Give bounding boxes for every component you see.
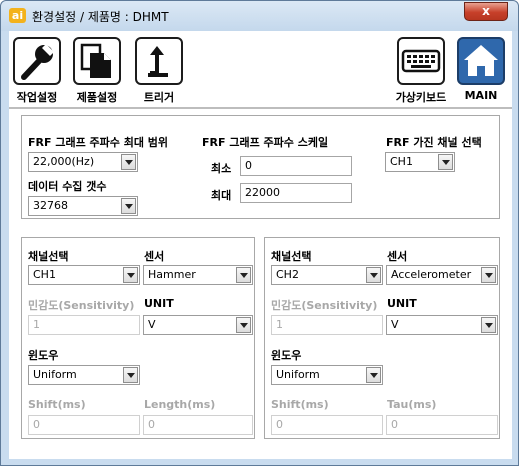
excite-channel-select[interactable]: CH1 (385, 152, 455, 172)
chevron-down-icon[interactable] (438, 154, 453, 170)
unit-label: UNIT (387, 297, 417, 310)
window-function-select[interactable]: Uniform (28, 365, 140, 385)
sensitivity-input: 1 (271, 315, 383, 335)
sensitivity-label: 민감도(Sensitivity) (271, 299, 378, 312)
product-settings-label: 제품설정 (76, 91, 118, 104)
arrow-up-icon (135, 37, 183, 85)
trigger-label: 트리거 (143, 91, 175, 104)
title-bar[interactable]: ai 환경설정 / 제품명 : DHMT x (1, 1, 518, 31)
chevron-down-icon[interactable] (123, 367, 138, 383)
unit-select-value: V (391, 318, 399, 331)
toolbar-divider (9, 107, 512, 109)
acq-count-select[interactable]: 32768 (28, 196, 138, 216)
chevron-down-icon[interactable] (481, 317, 496, 333)
work-settings-button[interactable]: 작업설정 (9, 37, 65, 105)
channel-select-label: 채널선택 (271, 250, 312, 263)
excite-channel-label: FRF 가진 채널 선택 (386, 136, 482, 149)
channel-panel-1: 채널선택 CH1 센서 Hammer 민감도(Sensitivity) 1 UN… (21, 237, 255, 439)
unit-label: UNIT (144, 297, 174, 310)
client-area: 작업설정 제품설정 트리거 가상키보드 MAIN FRF 그래프 주파수 최대 … (9, 31, 512, 459)
virtual-keyboard-button[interactable]: 가상키보드 (393, 37, 449, 105)
excite-channel-value: CH1 (390, 155, 413, 168)
main-button[interactable]: MAIN (453, 37, 509, 105)
close-button[interactable]: x (464, 2, 508, 21)
frf-max-input[interactable]: 22000 (240, 183, 352, 203)
chevron-down-icon[interactable] (123, 267, 138, 283)
window-function-value: Uniform (276, 368, 320, 381)
sensor-select-value: Hammer (148, 268, 196, 281)
frf-max-label: 최대 (211, 189, 232, 202)
product-settings-button[interactable]: 제품설정 (69, 37, 125, 105)
sensor-select-value: Accelerometer (391, 268, 472, 281)
shift-label: Shift(ms) (271, 398, 329, 411)
channel-select-value: CH2 (276, 268, 299, 281)
shift-input: 0 (271, 415, 383, 435)
frf-max-range-value: 22,000(Hz) (33, 155, 95, 168)
sensor-select[interactable]: Hammer (143, 265, 253, 285)
chevron-down-icon[interactable] (236, 317, 251, 333)
chevron-down-icon[interactable] (481, 267, 496, 283)
main-label: MAIN (464, 89, 498, 102)
shift-input: 0 (28, 415, 140, 435)
frf-min-input[interactable]: 0 (240, 156, 352, 176)
window-function-select[interactable]: Uniform (271, 365, 383, 385)
frf-max-range-label: FRF 그래프 주파수 최대 범위 (28, 136, 169, 149)
window-function-label: 윈도우 (271, 349, 302, 362)
sensitivity-input: 1 (28, 315, 140, 335)
trigger-button[interactable]: 트리거 (131, 37, 187, 105)
sensor-select[interactable]: Accelerometer (386, 265, 498, 285)
length-label: Length(ms) (144, 398, 216, 411)
virtual-keyboard-label: 가상키보드 (395, 91, 447, 104)
keyboard-icon (397, 37, 445, 85)
unit-select[interactable]: V (143, 315, 253, 335)
unit-select-value: V (148, 318, 156, 331)
documents-icon (73, 37, 121, 85)
acq-count-value: 32768 (33, 199, 68, 212)
sensitivity-label: 민감도(Sensitivity) (28, 299, 135, 312)
app-logo-icon: ai (9, 8, 26, 23)
window-title: 환경설정 / 제품명 : DHMT (32, 10, 169, 24)
channel-select-value: CH1 (33, 268, 56, 281)
length-input: 0 (143, 415, 253, 435)
chevron-down-icon[interactable] (366, 267, 381, 283)
sensor-label: 센서 (387, 250, 408, 263)
unit-select[interactable]: V (386, 315, 498, 335)
frf-min-label: 최소 (211, 162, 232, 175)
shift-label: Shift(ms) (28, 398, 86, 411)
tau-input: 0 (386, 415, 498, 435)
window-function-value: Uniform (33, 368, 77, 381)
channel-select-label: 채널선택 (28, 250, 69, 263)
home-icon (457, 37, 505, 85)
chevron-down-icon[interactable] (121, 154, 136, 170)
sensor-label: 센서 (144, 250, 165, 263)
channel-select[interactable]: CH1 (28, 265, 140, 285)
channel-select[interactable]: CH2 (271, 265, 383, 285)
wrench-icon (13, 37, 61, 85)
window-function-label: 윈도우 (28, 349, 59, 362)
frf-max-range-select[interactable]: 22,000(Hz) (28, 152, 138, 172)
frf-settings-panel: FRF 그래프 주파수 최대 범위 22,000(Hz) 데이터 수집 갯수 3… (21, 115, 500, 219)
acq-count-label: 데이터 수집 갯수 (28, 180, 107, 193)
chevron-down-icon[interactable] (366, 367, 381, 383)
chevron-down-icon[interactable] (121, 198, 136, 214)
channel-panel-2: 채널선택 CH2 센서 Accelerometer 민감도(Sensitivit… (264, 237, 500, 439)
work-settings-label: 작업설정 (16, 91, 58, 104)
frf-scale-label: FRF 그래프 주파수 스케일 (202, 136, 329, 149)
tau-label: Tau(ms) (387, 398, 437, 411)
chevron-down-icon[interactable] (236, 267, 251, 283)
settings-window: ai 환경설정 / 제품명 : DHMT x 작업설정 제품설정 트리거 가상키… (0, 0, 519, 466)
